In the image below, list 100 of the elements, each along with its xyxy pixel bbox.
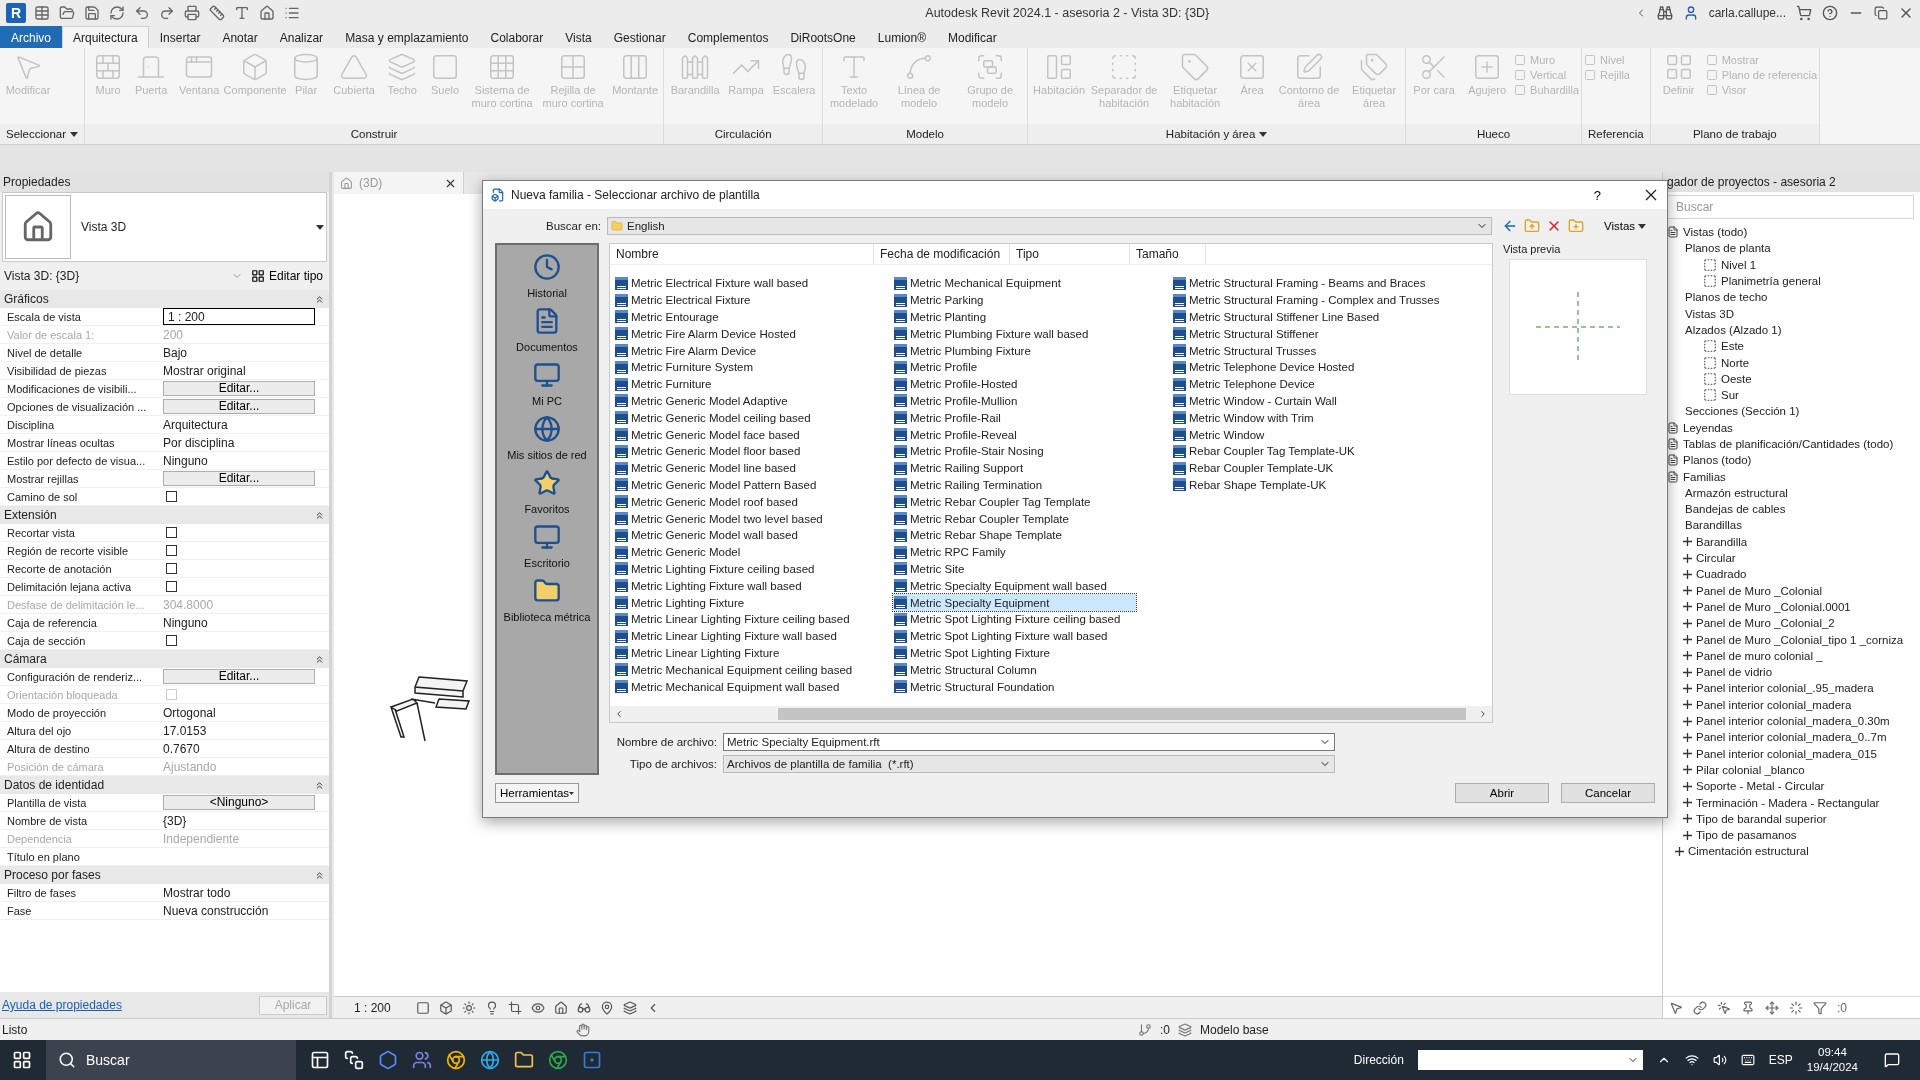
printer-icon[interactable] — [184, 5, 200, 21]
cancel-button[interactable]: Cancelar — [1561, 783, 1655, 803]
scrollbar-thumb[interactable] — [778, 708, 1466, 721]
edit-button[interactable]: Editar... — [163, 399, 315, 414]
scroll-right-icon[interactable] — [1478, 709, 1488, 720]
square-icon[interactable] — [415, 1000, 430, 1015]
collapse-icon[interactable] — [314, 509, 325, 521]
tree-item[interactable]: Cuadrado — [1696, 568, 1747, 581]
redo-icon[interactable] — [159, 5, 175, 21]
restore-icon[interactable] — [1874, 6, 1888, 20]
tree-item[interactable]: Vistas 3D — [1685, 307, 1734, 320]
tree-item[interactable]: Leyendas — [1683, 421, 1733, 434]
panel-title[interactable]: Habitación y área — [1028, 124, 1406, 144]
file-item[interactable]: Metric Electrical Fixture wall based — [614, 275, 809, 292]
file-item[interactable]: Metric Generic Model roof based — [614, 493, 798, 511]
expand-icon[interactable] — [1683, 732, 1692, 742]
file-item[interactable]: Metric Entourage — [614, 308, 719, 326]
model-selector[interactable]: Modelo base — [1200, 1022, 1430, 1037]
tree-item[interactable]: Barandilla — [1696, 535, 1748, 548]
file-item[interactable]: Metric Rebar Coupler Template — [893, 510, 1069, 527]
ribbon-tab[interactable]: Complementos — [676, 26, 780, 48]
view-scale[interactable]: 1 : 200 — [354, 1000, 391, 1015]
link-icon[interactable] — [1693, 1000, 1707, 1015]
expand-icon[interactable] — [1683, 781, 1692, 791]
panel-title[interactable]: Seleccionar — [0, 124, 85, 144]
section-header[interactable]: Extensión — [4, 508, 57, 522]
file-item[interactable]: Metric Lighting Fixture wall based — [614, 577, 802, 595]
type-selector[interactable]: Vista 3D — [2, 192, 327, 262]
ribbon-tab[interactable]: Masa y emplazamiento — [334, 26, 480, 48]
tree-item[interactable]: Panel de vidrio — [1696, 666, 1773, 679]
tree-item[interactable]: Circular — [1696, 552, 1736, 565]
clock[interactable]: 09:44 19/4/2024 — [1806, 1045, 1858, 1075]
task-view-icon[interactable] — [310, 1050, 330, 1070]
file-item[interactable]: Metric Site — [893, 560, 965, 578]
place-item[interactable]: Favoritos — [524, 469, 570, 515]
binoculars-icon[interactable] — [1656, 5, 1673, 21]
ribbon-tab[interactable]: Colaborar — [479, 26, 555, 48]
tree-item[interactable]: Panel interior colonial_madera_0.30m — [1696, 715, 1890, 728]
app-logo[interactable]: R — [6, 3, 26, 23]
language-indicator[interactable]: ESP — [1768, 1053, 1793, 1067]
tree-item[interactable]: Panel de Muro _Colonial.0001 — [1696, 600, 1851, 613]
file-item[interactable]: Metric Generic Model floor based — [614, 442, 801, 460]
file-item[interactable]: Metric Railing Support — [893, 459, 1024, 477]
column-header[interactable]: Tipo — [1010, 244, 1130, 264]
file-item[interactable]: Metric Parking — [893, 291, 984, 309]
edit-type-button[interactable]: Editar tipo — [248, 267, 325, 285]
tools-button[interactable]: Herramientas — [495, 783, 579, 803]
file-item[interactable]: Metric Fire Alarm Device — [614, 342, 757, 359]
tree-item[interactable]: Armazón estructural — [1685, 486, 1788, 499]
file-item[interactable]: Metric Generic Model Adaptive — [614, 392, 788, 410]
file-item[interactable]: Metric Generic Model line based — [614, 459, 796, 477]
tree-item[interactable]: Oeste — [1721, 372, 1752, 385]
tree-item[interactable]: Panel interior colonial_madera_0..7m — [1696, 731, 1887, 744]
browser-icon[interactable] — [548, 1050, 568, 1070]
file-item[interactable]: Metric RPC Family — [893, 543, 1006, 561]
sync-icon[interactable] — [109, 5, 125, 21]
tree-item[interactable]: Planimetría general — [1721, 275, 1821, 288]
column-header[interactable]: Nombre — [610, 244, 874, 264]
file-item[interactable]: Metric Profile-Stair Nosing — [893, 442, 1044, 460]
file-item[interactable]: Metric Profile-Mullion — [893, 392, 1018, 410]
folder-icon[interactable] — [59, 5, 75, 21]
tree-item[interactable]: Pilar colonial _blanco — [1696, 763, 1805, 776]
box-icon[interactable] — [438, 1000, 453, 1015]
tree-item[interactable]: Sur — [1721, 389, 1739, 402]
user-name[interactable]: carla.callupe... — [1708, 6, 1786, 20]
file-item[interactable]: Metric Railing Termination — [893, 476, 1043, 494]
tree-item[interactable]: Soporte - Metal - Circular — [1696, 780, 1825, 793]
place-item[interactable]: Mis sitios de red — [507, 415, 587, 461]
expand-icon[interactable] — [1683, 798, 1692, 808]
file-item[interactable]: Metric Structural Foundation — [893, 678, 1055, 695]
home-icon[interactable] — [259, 5, 275, 21]
file-item[interactable]: Metric Spot Lighting Fixture — [893, 644, 1050, 662]
ribbon-tab[interactable]: Lumion® — [866, 26, 937, 48]
file-item[interactable]: Metric Spot Lighting Fixture wall based — [893, 627, 1108, 645]
keyboard-icon[interactable] — [1740, 1053, 1755, 1067]
crop-icon[interactable] — [507, 1000, 522, 1015]
sun-icon[interactable] — [461, 1000, 476, 1015]
place-item[interactable]: Mi PC — [532, 361, 562, 407]
expand-icon[interactable] — [1683, 569, 1692, 579]
ribbon-tab[interactable]: Analizar — [268, 26, 335, 48]
tree-item[interactable]: Alzados (Alzado 1) — [1685, 323, 1782, 336]
expand-icon[interactable] — [1683, 749, 1692, 759]
pin-icon[interactable] — [1741, 1000, 1755, 1015]
open-button[interactable]: Abrir — [1455, 783, 1549, 803]
letter-icon[interactable] — [234, 5, 250, 21]
table-icon[interactable] — [34, 5, 50, 21]
list-icon[interactable] — [284, 5, 300, 21]
tree-item[interactable]: Norte — [1721, 356, 1750, 369]
file-item[interactable]: Metric Structural Trusses — [1172, 342, 1317, 359]
file-item[interactable]: Metric Lighting Fixture — [614, 594, 745, 611]
tree-item[interactable]: Panel interior colonial_madera — [1696, 698, 1852, 711]
move-icon[interactable] — [1765, 1000, 1779, 1015]
tree-item[interactable]: Panel de Muro _Colonial_2 — [1696, 617, 1835, 630]
file-item[interactable]: Metric Generic Model wall based — [614, 526, 798, 544]
expand-icon[interactable] — [1683, 700, 1692, 710]
close-button[interactable] — [1643, 187, 1659, 203]
file-item[interactable]: Metric Spot Lighting Fixture ceiling based — [893, 610, 1121, 628]
ribbon-tab[interactable]: Archivo — [0, 26, 62, 48]
ribbon-tab[interactable]: Arquitectura — [62, 26, 149, 48]
file-item[interactable]: Metric Mechanical Equipment ceiling based — [614, 661, 853, 679]
